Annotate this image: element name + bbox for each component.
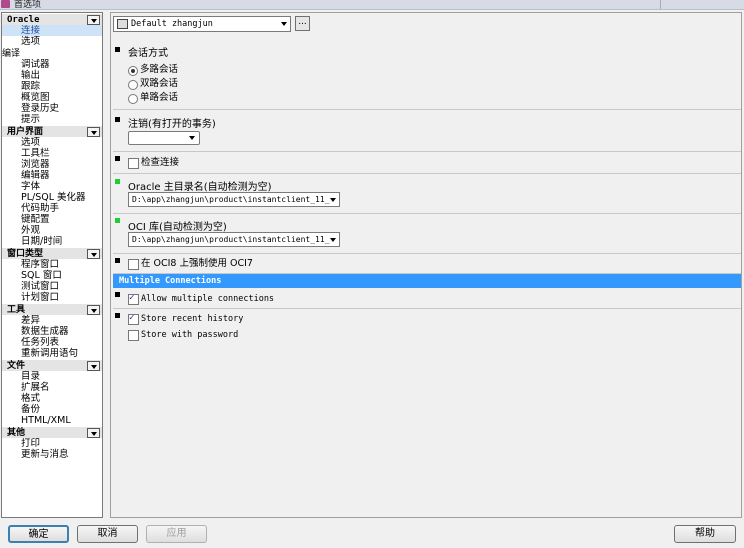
apply-button[interactable]: 应用 bbox=[146, 525, 207, 543]
session-mode-title: 会话方式 bbox=[128, 48, 168, 59]
section-marker bbox=[115, 313, 120, 318]
chevron-down-icon[interactable] bbox=[87, 249, 100, 259]
sidebar-item-directories[interactable]: 目录 bbox=[2, 371, 102, 382]
oracle-home-title: Oracle 主目录名(自动检测为空) bbox=[128, 182, 272, 193]
chevron-down-icon bbox=[189, 136, 195, 140]
sidebar-item-key-config[interactable]: 键配置 bbox=[2, 214, 102, 225]
window-control-button[interactable] bbox=[660, 0, 674, 9]
window-title: 首选项 bbox=[14, 0, 42, 10]
sidebar-item-print[interactable]: 打印 bbox=[2, 438, 102, 449]
dialog-button-bar: 确定 取消 应用 帮助 bbox=[0, 520, 744, 548]
radio-single-session[interactable]: 单路会话 bbox=[128, 92, 178, 104]
chevron-down-icon bbox=[281, 22, 287, 26]
force-oci7-checkbox[interactable]: 在 OCI8 上强制使用 OCI7 bbox=[128, 258, 253, 270]
sidebar-item-html-xml[interactable]: HTML/XML bbox=[2, 415, 102, 426]
store-recent-history-checkbox[interactable]: Store recent history bbox=[128, 312, 243, 325]
preferences-panel: Default zhangjun ... 会话方式 多路会话 双路会话 单路会话… bbox=[110, 12, 742, 518]
radio-multi-session[interactable]: 多路会话 bbox=[128, 64, 178, 76]
category-user-interface[interactable]: 用户界面 bbox=[2, 125, 102, 137]
sidebar-item-extensions[interactable]: 扩展名 bbox=[2, 382, 102, 393]
sidebar-item-beautifier[interactable]: PL/SQL 美化器 bbox=[2, 192, 102, 203]
allow-multiple-connections-checkbox[interactable]: Allow multiple connections bbox=[128, 292, 274, 305]
category-compile[interactable]: 编译 bbox=[2, 47, 102, 59]
app-icon bbox=[1, 0, 10, 8]
check-connection-checkbox[interactable]: 检查连接 bbox=[128, 157, 179, 169]
sidebar-item-ui-options[interactable]: 选项 bbox=[2, 137, 102, 148]
sidebar-item-browser[interactable]: 浏览器 bbox=[2, 159, 102, 170]
chevron-down-icon bbox=[330, 238, 336, 242]
preferences-sidebar: Oracle 连接 选项 编译 调试器 输出 跟踪 概览图 登录历史 提示 用户… bbox=[1, 12, 103, 518]
chevron-down-icon[interactable] bbox=[87, 127, 100, 137]
sidebar-item-program-window[interactable]: 程序窗口 bbox=[2, 259, 102, 270]
session-mode-section: 会话方式 多路会话 双路会话 单路会话 bbox=[113, 37, 741, 110]
profile-more-button[interactable]: ... bbox=[295, 16, 310, 31]
sidebar-item-test-window[interactable]: 测试窗口 bbox=[2, 281, 102, 292]
profile-icon bbox=[117, 19, 128, 29]
sidebar-item-trace[interactable]: 跟踪 bbox=[2, 81, 102, 92]
section-marker-active bbox=[115, 218, 120, 223]
allow-connections-section: Allow multiple connections bbox=[113, 288, 741, 309]
sidebar-item-toolbar[interactable]: 工具栏 bbox=[2, 148, 102, 159]
section-marker bbox=[115, 292, 120, 297]
radio-dual-session[interactable]: 双路会话 bbox=[128, 78, 178, 90]
logoff-select[interactable] bbox=[128, 131, 200, 145]
logoff-title: 注销(有打开的事务) bbox=[128, 119, 216, 130]
sidebar-item-task-list[interactable]: 任务列表 bbox=[2, 337, 102, 348]
sidebar-item-code-assistant[interactable]: 代码助手 bbox=[2, 203, 102, 214]
oci-library-section: OCI 库(自动检测为空) D:\app\zhangjun\product\in… bbox=[113, 214, 741, 254]
store-with-password-checkbox[interactable]: Store with password bbox=[128, 329, 238, 341]
sidebar-item-format[interactable]: 格式 bbox=[2, 393, 102, 404]
section-marker bbox=[115, 117, 120, 122]
sidebar-item-data-generator[interactable]: 数据生成器 bbox=[2, 326, 102, 337]
multiple-connections-header: Multiple Connections bbox=[113, 274, 741, 288]
sidebar-item-diff[interactable]: 差异 bbox=[2, 315, 102, 326]
sidebar-item-recall-statement[interactable]: 重新调用语句 bbox=[2, 348, 102, 359]
title-bar: 首选项 bbox=[0, 0, 744, 10]
sidebar-item-options[interactable]: 选项 bbox=[2, 36, 102, 47]
check-connection-section: 检查连接 bbox=[113, 152, 741, 174]
sidebar-item-debugger[interactable]: 调试器 bbox=[2, 59, 102, 70]
cancel-button[interactable]: 取消 bbox=[77, 525, 138, 543]
sidebar-item-backup[interactable]: 备份 bbox=[2, 404, 102, 415]
chevron-down-icon bbox=[330, 198, 336, 202]
sidebar-item-editor[interactable]: 编辑器 bbox=[2, 170, 102, 181]
sidebar-item-overview[interactable]: 概览图 bbox=[2, 92, 102, 103]
sidebar-item-font[interactable]: 字体 bbox=[2, 181, 102, 192]
profile-value: Default zhangjun bbox=[131, 19, 213, 29]
oracle-home-section: Oracle 主目录名(自动检测为空) D:\app\zhangjun\prod… bbox=[113, 174, 741, 214]
category-tools[interactable]: 工具 bbox=[2, 303, 102, 315]
oci-library-select[interactable]: D:\app\zhangjun\product\instantclient_11… bbox=[128, 232, 340, 247]
sidebar-item-updates-messages[interactable]: 更新与消息 bbox=[2, 449, 102, 460]
ok-button[interactable]: 确定 bbox=[8, 525, 69, 543]
force-oci7-section: 在 OCI8 上强制使用 OCI7 bbox=[113, 254, 741, 274]
category-oracle[interactable]: Oracle bbox=[2, 13, 102, 25]
chevron-down-icon[interactable] bbox=[87, 15, 100, 25]
sidebar-item-hints[interactable]: 提示 bbox=[2, 114, 102, 125]
chevron-down-icon[interactable] bbox=[87, 428, 100, 438]
chevron-down-icon[interactable] bbox=[87, 305, 100, 315]
oci-library-title: OCI 库(自动检测为空) bbox=[128, 222, 227, 233]
sidebar-item-connection[interactable]: 连接 bbox=[2, 25, 102, 36]
category-other[interactable]: 其他 bbox=[2, 426, 102, 438]
sidebar-item-sql-window[interactable]: SQL 窗口 bbox=[2, 270, 102, 281]
history-section: Store recent history Store with password bbox=[113, 309, 741, 349]
chevron-down-icon[interactable] bbox=[87, 361, 100, 371]
sidebar-item-output[interactable]: 输出 bbox=[2, 70, 102, 81]
help-button[interactable]: 帮助 bbox=[674, 525, 736, 543]
sidebar-item-date-time[interactable]: 日期/时间 bbox=[2, 236, 102, 247]
profile-select[interactable]: Default zhangjun bbox=[113, 16, 291, 32]
category-files[interactable]: 文件 bbox=[2, 359, 102, 371]
section-marker bbox=[115, 258, 120, 263]
sidebar-item-plan-window[interactable]: 计划窗口 bbox=[2, 292, 102, 303]
oracle-home-select[interactable]: D:\app\zhangjun\product\instantclient_11… bbox=[128, 192, 340, 207]
section-marker-active bbox=[115, 179, 120, 184]
sidebar-item-login-history[interactable]: 登录历史 bbox=[2, 103, 102, 114]
section-marker bbox=[115, 156, 120, 161]
logoff-section: 注销(有打开的事务) bbox=[113, 110, 741, 152]
category-window-types[interactable]: 窗口类型 bbox=[2, 247, 102, 259]
section-marker bbox=[115, 47, 120, 52]
sidebar-item-appearance[interactable]: 外观 bbox=[2, 225, 102, 236]
